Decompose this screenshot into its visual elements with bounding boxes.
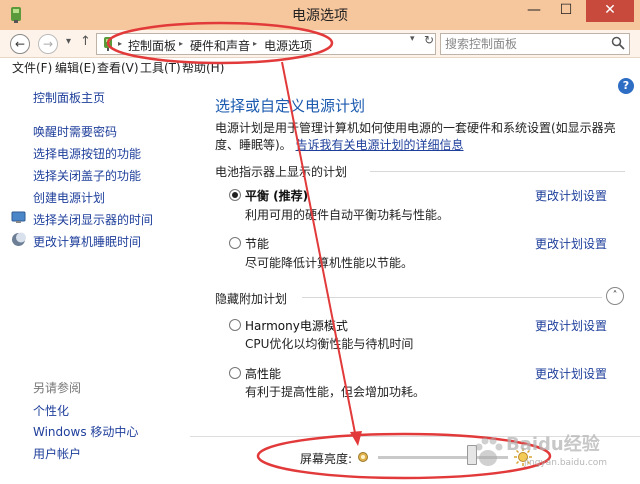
sidebar-item-lid-close[interactable]: 选择关闭盖子的功能 [33, 167, 141, 184]
breadcrumb-separator: ▸ [253, 39, 258, 48]
minimize-button[interactable]: — [520, 0, 548, 22]
maximize-button[interactable]: ☐ [552, 0, 580, 22]
plan-radio-harmony[interactable] [229, 319, 241, 331]
group-hidden-plans: 隐藏附加计划 [215, 292, 288, 306]
see-also-heading: 另请参阅 [33, 381, 82, 395]
breadcrumb-separator: ▸ [118, 39, 123, 48]
see-also-user-accounts[interactable]: 用户帐户 [33, 445, 81, 462]
left-task-pane: 控制面板主页 唤醒时需要密码 选择电源按钮的功能 选择关闭盖子的功能 创建电源计… [0, 76, 200, 484]
up-button[interactable]: ↑ [80, 34, 91, 49]
plan-name-high-performance[interactable]: 高性能 [245, 365, 281, 382]
plan-desc-balanced: 利用可用的硬件自动平衡功耗与性能。 [245, 208, 450, 222]
plan-name-balanced[interactable]: 平衡 (推荐) [245, 187, 308, 204]
menu-view[interactable]: 查看(V) [97, 59, 139, 76]
control-panel-home-link[interactable]: 控制面板主页 [33, 89, 105, 106]
group-divider [302, 297, 602, 298]
sidebar-item-power-buttons[interactable]: 选择电源按钮的功能 [33, 145, 141, 162]
close-button[interactable]: ✕ [586, 0, 634, 22]
menu-help[interactable]: 帮助(H) [182, 59, 224, 76]
see-also-mobility-center[interactable]: Windows 移动中心 [33, 423, 138, 440]
sidebar-item-require-password[interactable]: 唤醒时需要密码 [33, 123, 117, 140]
address-dropdown-icon[interactable]: ▾ [410, 34, 415, 44]
plan-radio-balanced[interactable] [229, 189, 241, 201]
main-content: ? 选择或自定义电源计划 电源计划是用于管理计算机如何使用电源的一套硬件和系统设… [200, 76, 640, 436]
plan-desc-power-saver: 尽可能降低计算机性能以节能。 [245, 256, 414, 270]
watermark-subtext: jingyan.baidu.com [524, 458, 608, 468]
watermark-text: Baidu经验 [506, 434, 600, 455]
power-plan-info-link[interactable]: 告诉我有关电源计划的详细信息 [296, 138, 464, 152]
moon-sleep-icon [12, 232, 26, 246]
refresh-icon[interactable]: ↻ [424, 33, 434, 47]
sidebar-item-create-plan[interactable]: 创建电源计划 [33, 189, 105, 206]
forward-button[interactable]: → [38, 34, 58, 54]
navigation-bar: ← → ▾ ↑ ▸ 控制面板 ▸ 硬件和声音 ▸ 电源选项 ▾ ↻ [0, 30, 640, 58]
sidebar-item-sleep-time[interactable]: 更改计算机睡眠时间 [33, 233, 141, 250]
plan-name-power-saver[interactable]: 节能 [245, 235, 269, 252]
change-plan-settings-high-performance[interactable]: 更改计划设置 [535, 365, 607, 382]
breadcrumb-separator: ▸ [179, 39, 184, 48]
breadcrumb-control-panel[interactable]: 控制面板 [128, 37, 176, 54]
search-box[interactable] [440, 33, 630, 55]
sidebar-item-display-off[interactable]: 选择关闭显示器的时间 [33, 211, 153, 228]
search-input[interactable] [441, 34, 611, 54]
plan-desc-harmony: CPU优化以均衡性能与待机时间 [245, 337, 414, 351]
change-plan-settings-power-saver[interactable]: 更改计划设置 [535, 235, 607, 252]
title-bar: 电源选项 — ☐ ✕ [0, 0, 640, 30]
collapse-chevron-icon[interactable]: ˄ [606, 287, 624, 305]
breadcrumb-power-options[interactable]: 电源选项 [264, 37, 312, 54]
dim-sun-icon [358, 452, 368, 462]
change-plan-settings-harmony[interactable]: 更改计划设置 [535, 317, 607, 334]
screen-brightness-label: 屏幕亮度: [300, 452, 353, 466]
group-divider [370, 171, 625, 172]
see-also-personalization[interactable]: 个性化 [33, 402, 69, 419]
menu-edit[interactable]: 编辑(E) [55, 59, 96, 76]
menu-file[interactable]: 文件(F) [12, 59, 52, 76]
back-button[interactable]: ← [10, 34, 30, 54]
group-battery-plans: 电池指示器上显示的计划 [215, 165, 348, 179]
plan-radio-power-saver[interactable] [229, 237, 241, 249]
help-icon[interactable]: ? [618, 78, 634, 94]
page-title: 选择或自定义电源计划 [215, 97, 366, 115]
change-plan-settings-balanced[interactable]: 更改计划设置 [535, 187, 607, 204]
control-panel-icon [104, 37, 112, 51]
address-bar[interactable]: ▸ 控制面板 ▸ 硬件和声音 ▸ 电源选项 [96, 33, 436, 55]
display-icon [11, 211, 26, 223]
menu-bar: 文件(F) 编辑(E) 查看(V) 工具(T) 帮助(H) [0, 58, 640, 76]
page-description: 电源计划是用于管理计算机如何使用电源的一套硬件和系统设置(如显示器亮度、睡眠等)… [215, 120, 630, 154]
recent-locations-icon[interactable]: ▾ [66, 36, 71, 47]
plan-radio-high-performance[interactable] [229, 367, 241, 379]
plan-name-harmony[interactable]: Harmony电源模式 [245, 317, 348, 334]
search-icon[interactable] [611, 36, 625, 50]
plan-desc-high-performance: 有利于提高性能，但会增加功耗。 [245, 385, 426, 399]
menu-tools[interactable]: 工具(T) [140, 59, 181, 76]
breadcrumb-hardware-sound[interactable]: 硬件和声音 [190, 37, 250, 54]
